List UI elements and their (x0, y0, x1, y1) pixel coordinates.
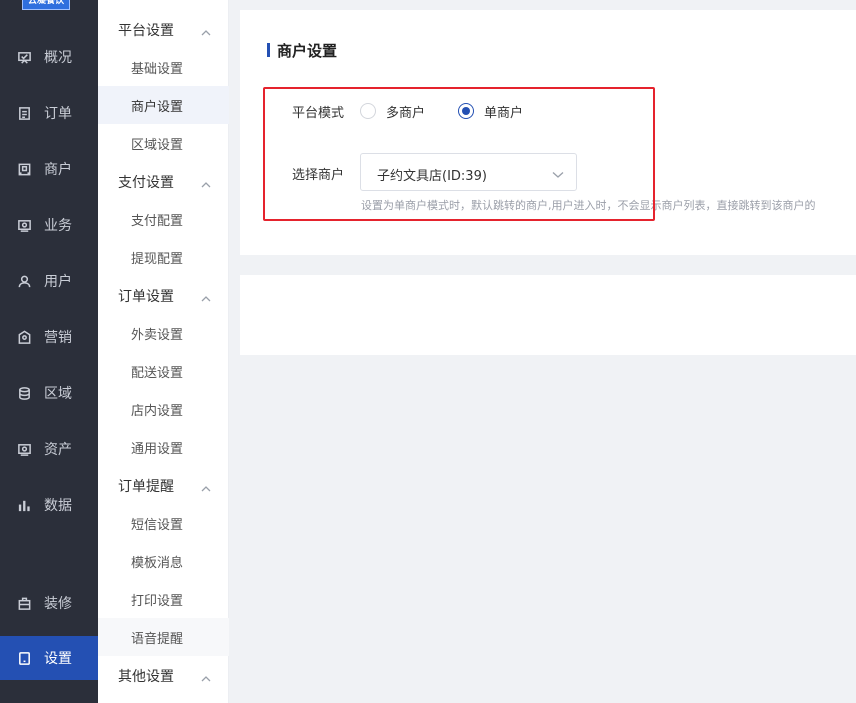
nav-item-marketing[interactable]: 营销 (0, 315, 98, 359)
decoration-icon (15, 594, 33, 612)
submenu-item-takeout[interactable]: 外卖设置 (98, 314, 229, 352)
group-label: 订单设置 (118, 289, 174, 305)
chevron-up-icon (201, 291, 211, 302)
nav-item-orders[interactable]: 订单 (0, 91, 98, 135)
submenu-item-print[interactable]: 打印设置 (98, 580, 229, 618)
page-title: 商户设置 (277, 42, 338, 60)
submenu-item-delivery[interactable]: 配送设置 (98, 352, 229, 390)
nav-item-business[interactable]: 业务 (0, 203, 98, 247)
nav-item-overview[interactable]: 概况 (0, 35, 98, 79)
nav-label: 商户 (44, 162, 72, 178)
nav-item-decoration[interactable]: 装修 (0, 581, 98, 625)
nav-item-users[interactable]: 用户 (0, 259, 98, 303)
submenu-item-voice[interactable]: 语音提醒 (98, 618, 229, 656)
nav-label: 营销 (44, 330, 72, 346)
database-icon (15, 384, 33, 402)
nav-label: 数据 (44, 498, 72, 514)
store-icon (15, 160, 33, 178)
nav-label: 区域 (44, 386, 72, 402)
nav-label: 用户 (44, 274, 72, 290)
dashboard-icon (15, 48, 33, 66)
submenu-item-template-msg[interactable]: 模板消息 (98, 542, 229, 580)
nav-item-settings[interactable]: 设置 (0, 636, 98, 680)
chevron-up-icon (201, 25, 211, 36)
group-label: 支付设置 (118, 175, 174, 191)
main-nav: 云凝餐饮 概况 订单 商户 业务 用户 营销 区域 资产 数据 装修 设置 (0, 0, 98, 703)
nav-item-assets[interactable]: 资产 (0, 427, 98, 471)
title-accent-bar (267, 43, 270, 57)
submenu-item-dine-in[interactable]: 店内设置 (98, 390, 229, 428)
nav-label: 资产 (44, 442, 72, 458)
chevron-up-icon (201, 177, 211, 188)
submenu-item-general[interactable]: 通用设置 (98, 428, 229, 466)
order-icon (15, 104, 33, 122)
user-icon (15, 272, 33, 290)
settings-submenu: 平台设置 基础设置 商户设置 区域设置 支付设置 支付配置 提现配置 订单设置 … (98, 0, 229, 703)
submenu-group-other[interactable]: 其他设置 (98, 657, 229, 695)
submenu-item-withdraw-config[interactable]: 提现配置 (98, 238, 229, 276)
submenu-group-reminder[interactable]: 订单提醒 (98, 467, 229, 505)
chevron-up-icon (201, 671, 211, 682)
submenu-item-pay-config[interactable]: 支付配置 (98, 200, 229, 238)
nav-label: 装修 (44, 596, 72, 612)
settings-icon (15, 649, 33, 667)
nav-item-merchants[interactable]: 商户 (0, 147, 98, 191)
nav-item-region[interactable]: 区域 (0, 371, 98, 415)
nav-label: 订单 (44, 106, 72, 122)
chevron-up-icon (201, 481, 211, 492)
nav-label: 概况 (44, 50, 72, 66)
group-label: 其他设置 (118, 669, 174, 685)
submenu-item-sms[interactable]: 短信设置 (98, 504, 229, 542)
group-label: 平台设置 (118, 23, 174, 39)
submenu-item-basic[interactable]: 基础设置 (98, 48, 229, 86)
business-icon (15, 216, 33, 234)
nav-item-data[interactable]: 数据 (0, 483, 98, 527)
highlight-box (263, 87, 655, 221)
asset-icon (15, 440, 33, 458)
group-label: 订单提醒 (118, 479, 174, 495)
app-logo: 云凝餐饮 (22, 0, 70, 10)
nav-label: 设置 (44, 651, 72, 667)
secondary-card (240, 275, 856, 355)
submenu-group-payment[interactable]: 支付设置 (98, 163, 229, 201)
submenu-group-order[interactable]: 订单设置 (98, 277, 229, 315)
submenu-group-platform[interactable]: 平台设置 (98, 11, 229, 49)
bar-chart-icon (15, 496, 33, 514)
submenu-item-region[interactable]: 区域设置 (98, 124, 229, 162)
submenu-item-merchant[interactable]: 商户设置 (98, 86, 229, 124)
nav-label: 业务 (44, 218, 72, 234)
marketing-icon (15, 328, 33, 346)
